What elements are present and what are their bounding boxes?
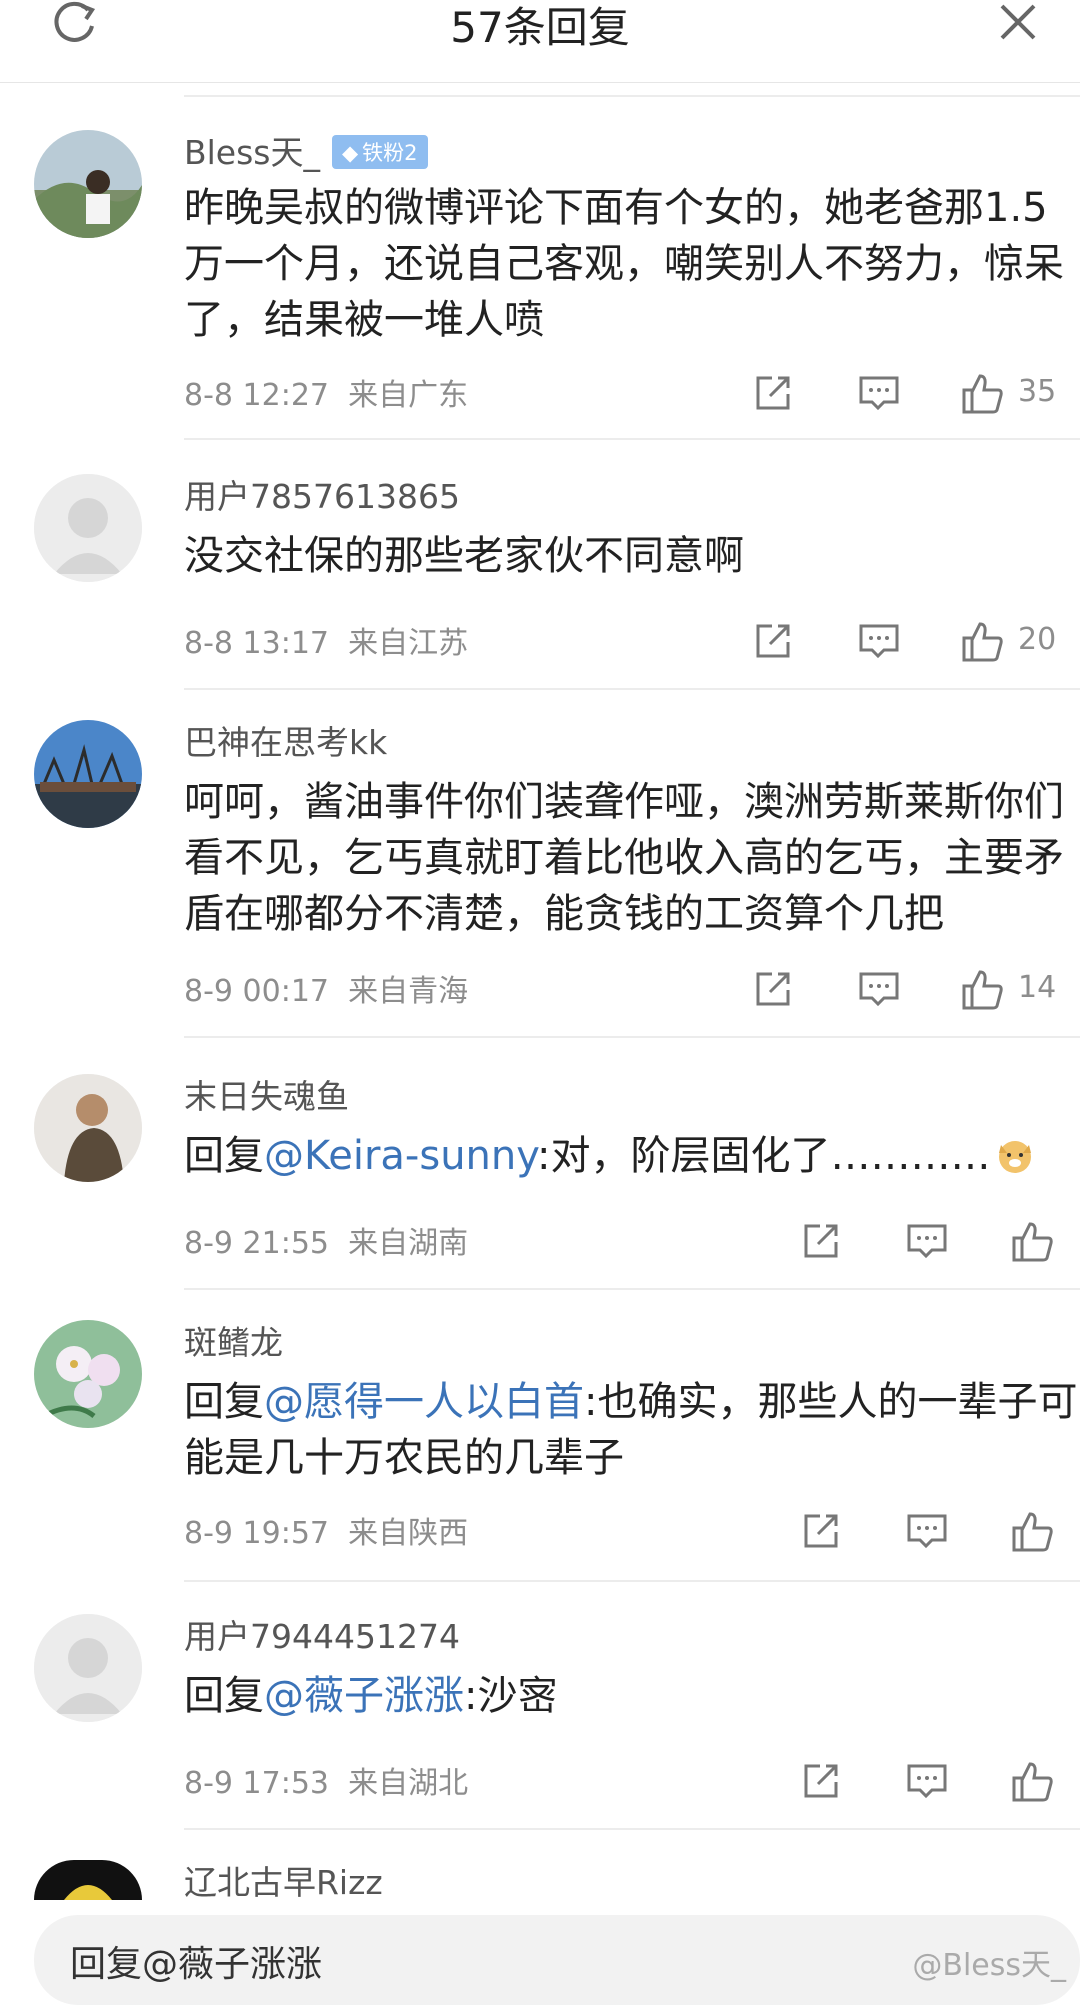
comment-text: 昨晚吴叔的微博评论下面有个女的，她老爸那1.5万一个月，还说自己客观，嘲笑别人不…	[184, 185, 1064, 343]
username[interactable]: 用户7944451274	[184, 1610, 460, 1658]
comment-icon[interactable]	[856, 370, 902, 416]
comment-meta: 8-9 17:53 来自湖北	[184, 1766, 469, 1801]
comment-meta: 8-9 00:17 来自青海	[184, 974, 469, 1009]
divider	[184, 95, 1080, 97]
comment-text: 回复@Keira-sunny:对，阶层固化了…………	[184, 1128, 1080, 1184]
share-icon[interactable]	[798, 1218, 844, 1264]
comment-text: 呵呵，酱油事件你们装聋作哑，澳洲劳斯莱斯你们看不见，乞丐真就盯着比他收入高的乞丐…	[184, 779, 1064, 937]
comment-actions	[798, 1218, 1080, 1266]
avatar[interactable]	[34, 1320, 142, 1428]
comment-icon[interactable]	[856, 966, 902, 1012]
comment-meta: 8-8 13:17 来自江苏	[184, 626, 469, 661]
mention-link[interactable]: @薇子涨涨	[264, 1673, 464, 1719]
share-icon[interactable]	[750, 370, 796, 416]
avatar[interactable]	[34, 1614, 142, 1722]
like-count: 20	[1018, 622, 1057, 657]
like-icon[interactable]	[1010, 1508, 1056, 1554]
comment-meta: 8-9 19:57 来自陕西	[184, 1516, 469, 1551]
like-count: 14	[1018, 970, 1057, 1005]
username[interactable]: Bless天_ ◆ 铁粉2	[184, 126, 428, 174]
comment-icon[interactable]	[856, 618, 902, 664]
username[interactable]: 末日失魂鱼	[184, 1070, 349, 1118]
mention-link[interactable]: @Keira-sunny	[264, 1133, 537, 1179]
page-title: 57条回复	[450, 3, 630, 52]
emoji-icon	[995, 1134, 1035, 1174]
avatar[interactable]	[34, 1074, 142, 1182]
avatar[interactable]	[34, 474, 142, 582]
share-icon[interactable]	[750, 966, 796, 1012]
comment-text: 回复@薇子涨涨:沙宻	[184, 1673, 558, 1719]
reply-input-text: 回复@薇子涨涨	[70, 1944, 323, 1985]
comment-icon[interactable]	[904, 1218, 950, 1264]
divider	[184, 438, 1080, 440]
avatar[interactable]	[34, 720, 142, 828]
comment-actions: 14	[750, 966, 1080, 1014]
top-bar: 57条回复	[0, 0, 1080, 83]
like-icon[interactable]	[960, 370, 1006, 416]
username[interactable]: 巴神在思考kk	[184, 716, 387, 764]
divider	[184, 1828, 1080, 1830]
comment-icon[interactable]	[904, 1758, 950, 1804]
comment-meta: 8-8 12:27 来自广东	[184, 378, 469, 413]
share-icon[interactable]	[750, 618, 796, 664]
like-icon[interactable]	[1010, 1218, 1056, 1264]
divider	[184, 688, 1080, 690]
close-icon[interactable]	[996, 2, 1040, 46]
fan-badge: ◆ 铁粉2	[332, 135, 428, 169]
comment-text: 回复@愿得一人以白首:也确实，那些人的一辈子可能是几十万农民的几辈子	[184, 1379, 1078, 1481]
avatar[interactable]	[34, 1860, 142, 1900]
like-icon[interactable]	[960, 966, 1006, 1012]
comment-actions: 20	[750, 618, 1080, 666]
username[interactable]: 斑鳍龙	[184, 1316, 283, 1364]
comment-actions: 35	[750, 370, 1080, 418]
divider	[184, 1288, 1080, 1290]
divider	[184, 1580, 1080, 1582]
comment-actions	[798, 1508, 1080, 1556]
comment-actions	[798, 1758, 1080, 1806]
comment-text: 没交社保的那些老家伙不同意啊	[184, 533, 744, 579]
comment-icon[interactable]	[904, 1508, 950, 1554]
like-icon[interactable]	[960, 618, 1006, 664]
watermark: @Bless天_	[912, 1948, 1066, 1983]
avatar[interactable]	[34, 130, 142, 238]
divider	[184, 1036, 1080, 1038]
like-icon[interactable]	[1010, 1758, 1056, 1804]
username[interactable]: 辽北古早Rizz	[184, 1856, 383, 1904]
like-count: 35	[1018, 374, 1057, 409]
share-icon[interactable]	[798, 1758, 844, 1804]
mention-link[interactable]: @愿得一人以白首	[264, 1379, 584, 1425]
share-icon[interactable]	[798, 1508, 844, 1554]
username[interactable]: 用户7857613865	[184, 470, 460, 518]
comment-meta: 8-9 21:55 来自湖南	[184, 1226, 469, 1261]
